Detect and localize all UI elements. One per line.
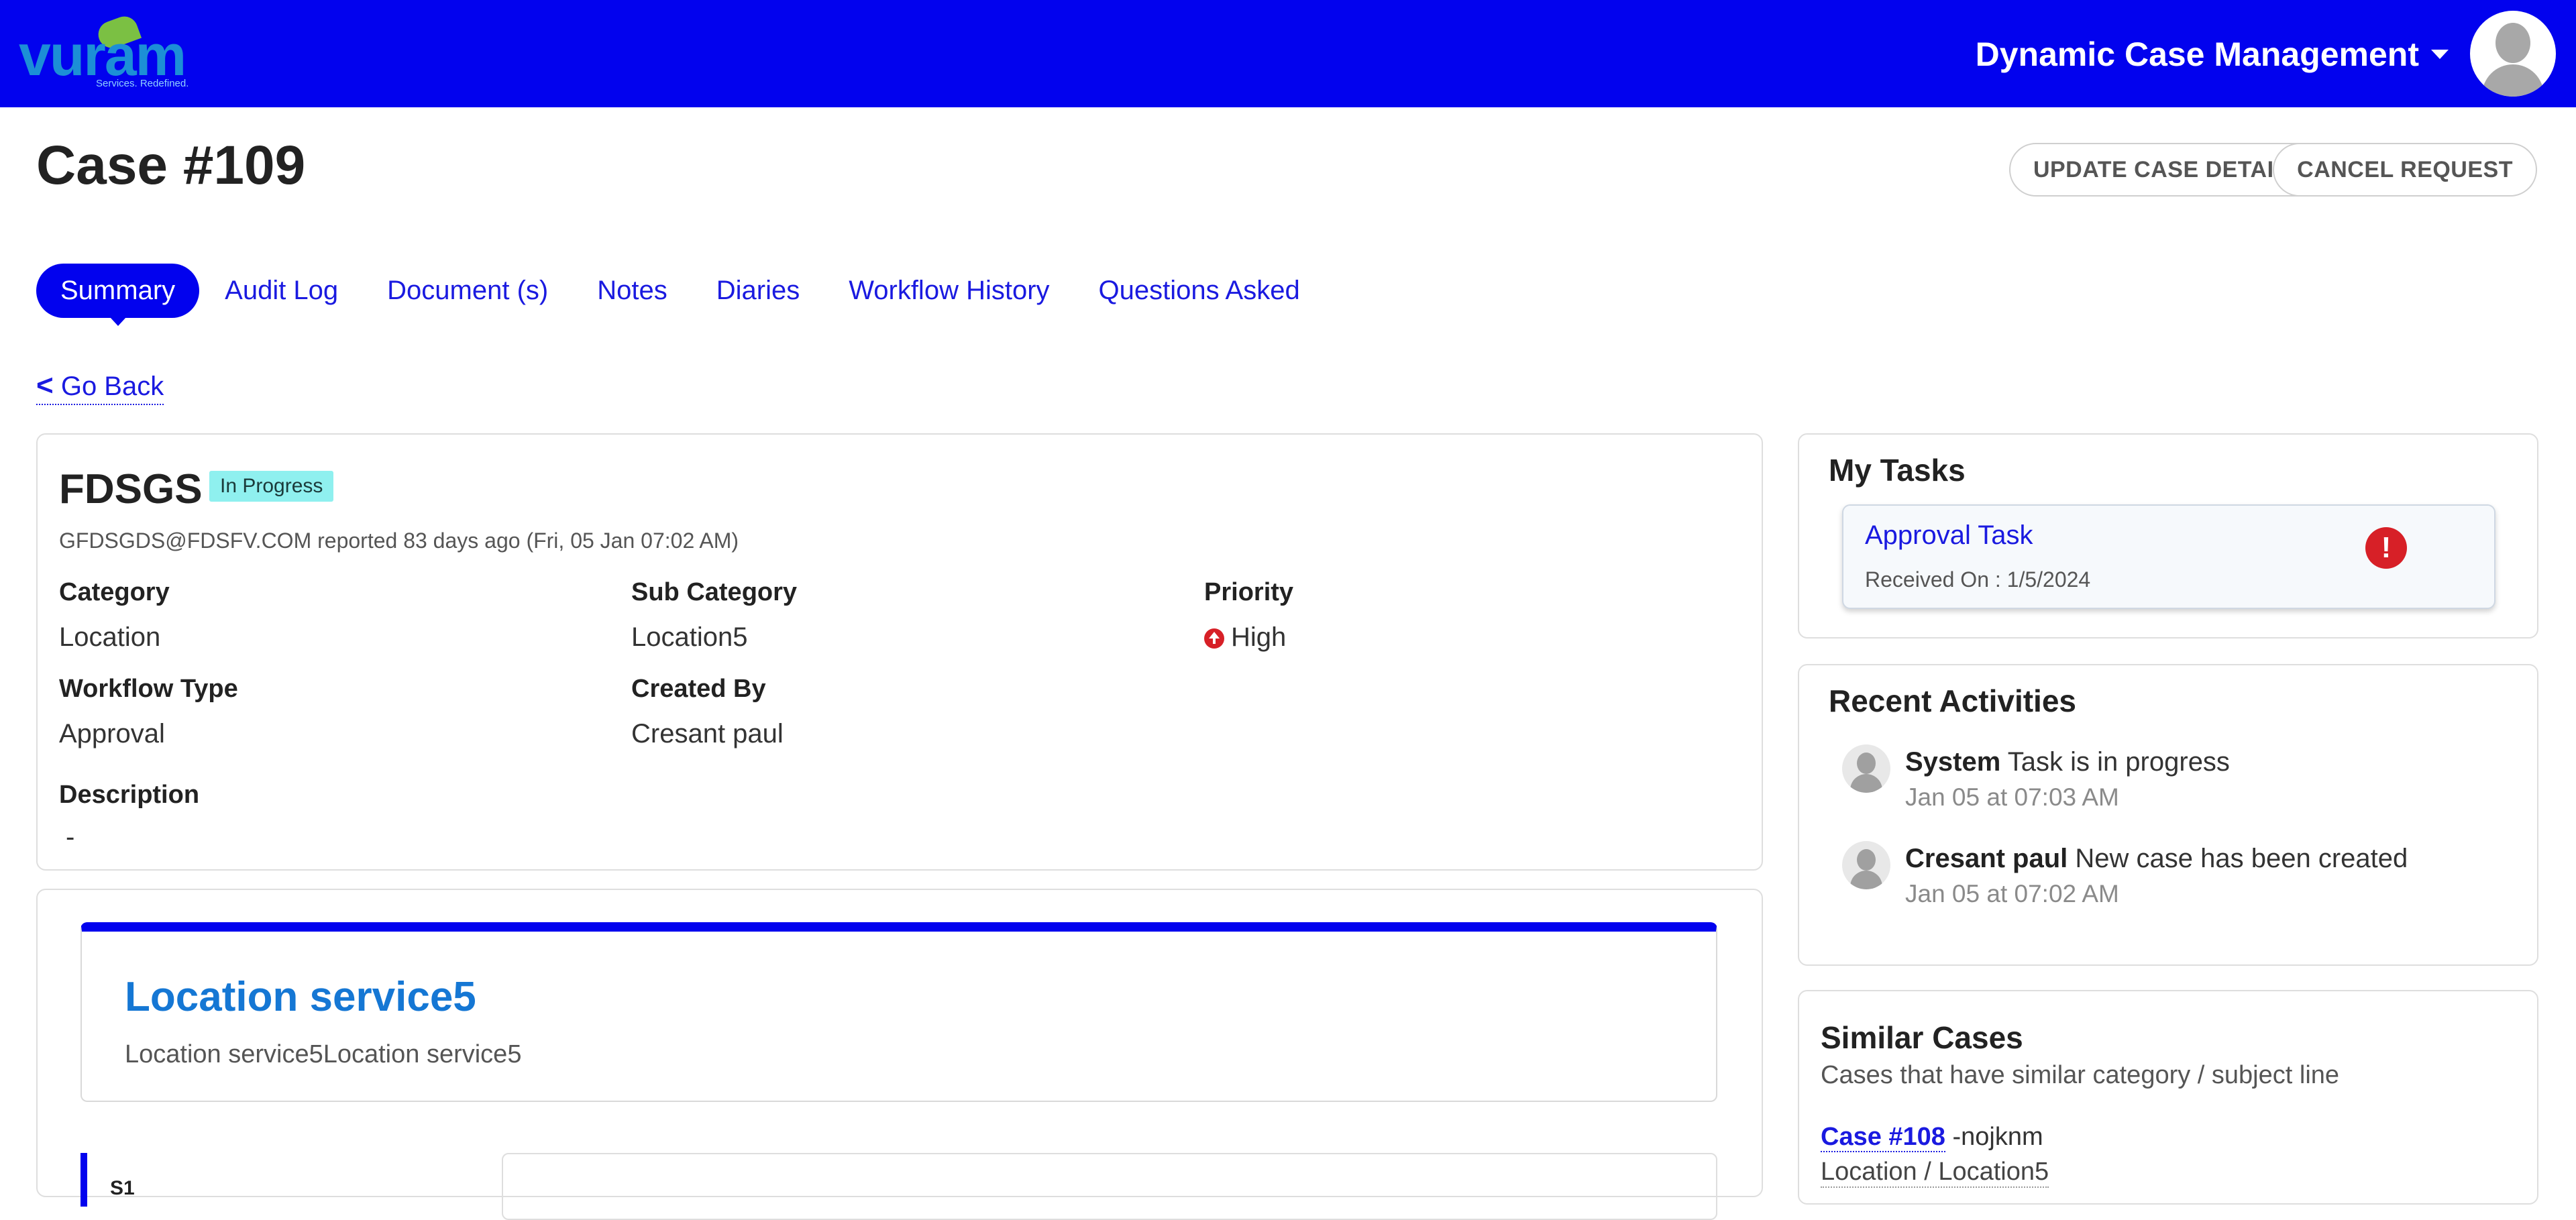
category-label: Category (59, 578, 170, 606)
tab-audit-log[interactable]: Audit Log (225, 276, 338, 306)
task-received-date: Received On : 1/5/2024 (1865, 567, 2091, 592)
similar-case-link[interactable]: Case #108 (1821, 1123, 1945, 1152)
page-title: Case #109 (36, 135, 306, 196)
similar-cases-subtitle: Cases that have similar category / subje… (1821, 1061, 2340, 1089)
description-value: - (66, 822, 75, 852)
case-summary-card: FDSGS In Progress GFDSGDS@FDSFV.COM repo… (36, 433, 1763, 871)
activity-time: Jan 05 at 07:03 AM (1905, 783, 2119, 811)
app-switcher[interactable]: Dynamic Case Management (1976, 31, 2449, 78)
similar-case-location: Location / Location5 (1821, 1158, 2049, 1188)
similar-case-subject: -nojknm (1945, 1123, 2043, 1151)
alert-icon: ! (2365, 527, 2407, 569)
category-value: Location (59, 622, 161, 652)
activity-time: Jan 05 at 07:02 AM (1905, 880, 2119, 907)
tab-notes[interactable]: Notes (597, 276, 667, 306)
similar-case-item: Case #108 -nojknm (1821, 1123, 2043, 1152)
top-navbar: vuram Services. Redefined. Dynamic Case … (0, 0, 2576, 107)
my-tasks-card: My Tasks Approval Task Received On : 1/5… (1798, 433, 2538, 639)
created-by-label: Created By (631, 675, 766, 703)
priority-label: Priority (1204, 578, 1294, 606)
priority-value: High (1204, 622, 1286, 653)
activity-avatar (1842, 841, 1890, 889)
avatar-body (2482, 64, 2544, 97)
section-label: S1 (110, 1177, 135, 1199)
service-title: Location service5 (125, 974, 476, 1020)
activity-actor: System (1905, 747, 2001, 777)
sub-category-label: Sub Category (631, 578, 798, 606)
vuram-logo[interactable]: vuram Services. Redefined. (19, 12, 200, 91)
section-content-box (502, 1153, 1717, 1220)
activity-text: Task is in progress (2000, 747, 2230, 777)
similar-cases-title: Similar Cases (1821, 1020, 2023, 1055)
section-accent-bar (80, 1153, 87, 1207)
app-name: Dynamic Case Management (1975, 36, 2419, 73)
service-panel: Location service5 Location service5Locat… (80, 922, 1717, 1102)
service-description: Location service5Location service5 (125, 1040, 522, 1068)
tab-diaries[interactable]: Diaries (716, 276, 800, 306)
activity-avatar (1842, 744, 1890, 793)
similar-cases-card: Similar Cases Cases that have similar ca… (1798, 990, 2538, 1205)
status-badge: In Progress (209, 471, 334, 502)
activity-text: New case has been created (2068, 844, 2408, 873)
recent-activities-title: Recent Activities (1829, 683, 2076, 718)
reporter-info: GFDSGDS@FDSFV.COM reported 83 days ago (… (59, 529, 739, 553)
workflow-type-value: Approval (59, 719, 165, 748)
go-back-label: Go Back (60, 372, 164, 401)
chevron-left-icon: < (36, 369, 54, 402)
caret-down-icon (2431, 50, 2449, 59)
workflow-type-label: Workflow Type (59, 675, 238, 703)
activity-item: Cresant paul New case has been created (1905, 844, 2408, 874)
task-name-link[interactable]: Approval Task (1865, 520, 2033, 551)
logo-tagline: Services. Redefined. (96, 78, 189, 89)
case-tabs: Summary Audit Log Document (s) Notes Dia… (36, 264, 1349, 326)
activity-item: System Task is in progress (1905, 747, 2230, 777)
sub-category-value: Location5 (631, 622, 748, 652)
user-avatar[interactable] (2470, 11, 2556, 97)
recent-activities-card: Recent Activities System Task is in prog… (1798, 664, 2538, 966)
cancel-request-button[interactable]: CANCEL REQUEST (2273, 143, 2537, 197)
priority-text: High (1231, 622, 1287, 652)
description-label: Description (59, 781, 200, 809)
tab-documents[interactable]: Document (s) (387, 276, 548, 306)
task-item[interactable]: Approval Task Received On : 1/5/2024 ! (1842, 504, 2496, 609)
avatar-head (2496, 23, 2530, 63)
created-by-value: Cresant paul (631, 719, 784, 748)
service-card: Location service5 Location service5Locat… (36, 889, 1763, 1220)
tab-summary[interactable]: Summary (36, 264, 200, 326)
activity-actor: Cresant paul (1905, 844, 2068, 873)
my-tasks-title: My Tasks (1829, 453, 1966, 488)
arrow-up-circle-icon (1204, 628, 1224, 649)
tab-questions-asked[interactable]: Questions Asked (1099, 276, 1300, 306)
case-subject: FDSGS (59, 466, 203, 512)
go-back-link[interactable]: < Go Back (36, 369, 164, 405)
tab-workflow-history[interactable]: Workflow History (849, 276, 1049, 306)
